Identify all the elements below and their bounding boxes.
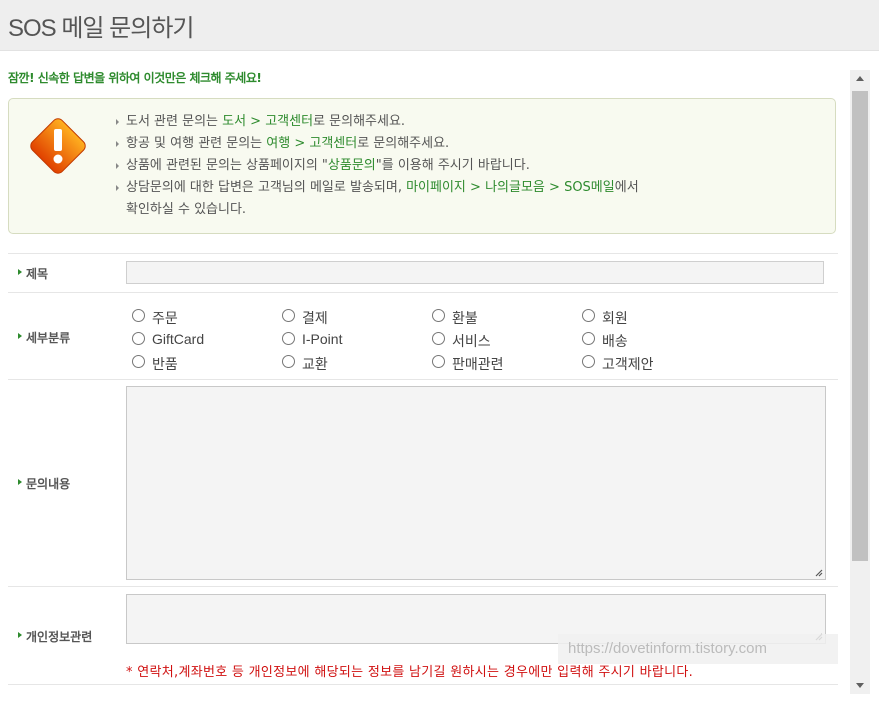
link-books[interactable]: 도서 <box>222 114 246 129</box>
link-travel[interactable]: 여행 <box>266 136 290 151</box>
link-my-posts[interactable]: 나의글모음 <box>485 180 545 195</box>
radio-button[interactable] <box>132 332 145 345</box>
info-item: 도서 관련 문의는 도서 > 고객센터로 문의해주세요. <box>116 111 816 133</box>
scroll-up-button[interactable] <box>850 70 870 87</box>
radio-button[interactable] <box>432 309 445 322</box>
scrollbar-thumb[interactable] <box>852 91 868 561</box>
content-label: 문의내용 <box>17 477 71 491</box>
resize-handle-icon[interactable] <box>814 568 823 577</box>
vertical-scrollbar[interactable] <box>850 70 870 694</box>
content-area: 잠깐! 신속한 답변을 위하여 이것만은 체크해 주세요! 도서 관련 문의는 … <box>0 51 848 704</box>
content-textarea[interactable] <box>126 386 826 580</box>
privacy-label: 개인정보관련 <box>17 630 93 644</box>
radio-button[interactable] <box>132 309 145 322</box>
watermark: https://dovetinform.tistory.com <box>558 634 838 664</box>
link-books-customer-center[interactable]: 고객센터 <box>265 114 313 129</box>
info-item: 상품에 관련된 문의는 상품페이지의 "상품문의"를 이용해 주시기 바랍니다. <box>116 155 816 177</box>
radio-button[interactable] <box>582 355 595 368</box>
category-label: 세부분류 <box>17 331 71 345</box>
notice-text: 잠깐! 신속한 답변을 위하여 이것만은 체크해 주세요! <box>8 71 262 85</box>
subject-label: 제목 <box>17 267 49 281</box>
divider <box>8 253 838 254</box>
divider <box>8 684 838 685</box>
subject-input[interactable] <box>126 261 824 284</box>
radio-button[interactable] <box>432 355 445 368</box>
radio-button[interactable] <box>132 355 145 368</box>
warning-icon <box>30 118 86 174</box>
radio-button[interactable] <box>432 332 445 345</box>
link-travel-customer-center[interactable]: 고객센터 <box>309 136 357 151</box>
radio-button[interactable] <box>282 309 295 322</box>
divider <box>8 292 838 293</box>
info-list: 도서 관련 문의는 도서 > 고객센터로 문의해주세요. 항공 및 여행 관련 … <box>116 111 816 221</box>
info-item: 상담문의에 대한 답변은 고객님의 메일로 발송되며, 마이페이지 > 나의글모… <box>116 177 816 221</box>
radio-button[interactable] <box>582 332 595 345</box>
divider <box>8 379 838 380</box>
link-product-inquiry[interactable]: 상품문의 <box>328 158 376 173</box>
link-sos-mail[interactable]: SOS메일 <box>564 180 615 195</box>
arrow-up-icon <box>856 76 864 81</box>
link-mypage[interactable]: 마이페이지 <box>406 180 466 195</box>
arrow-down-icon <box>856 683 864 688</box>
page-header: SOS 메일 문의하기 <box>0 0 879 51</box>
info-item: 항공 및 여행 관련 문의는 여행 > 고객센터로 문의해주세요. <box>116 133 816 155</box>
radio-button[interactable] <box>582 309 595 322</box>
info-box: 도서 관련 문의는 도서 > 고객센터로 문의해주세요. 항공 및 여행 관련 … <box>8 98 836 234</box>
radio-button[interactable] <box>282 355 295 368</box>
radio-button[interactable] <box>282 332 295 345</box>
page-title: SOS 메일 문의하기 <box>8 15 194 42</box>
scroll-down-button[interactable] <box>850 677 870 694</box>
divider <box>8 586 838 587</box>
